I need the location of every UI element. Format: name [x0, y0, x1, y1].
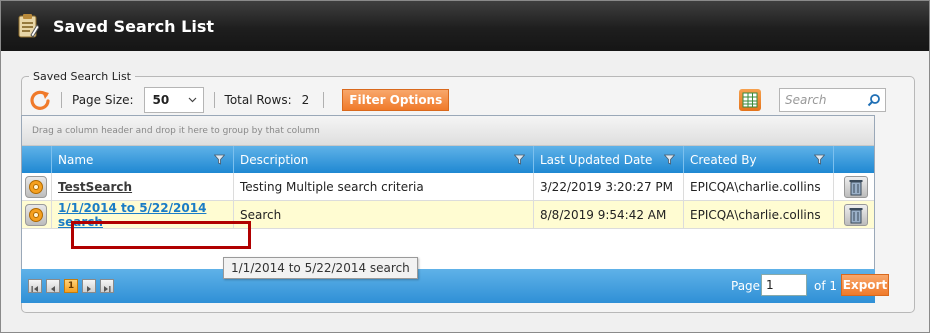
clipboard-icon	[17, 13, 40, 39]
total-rows-value: 2	[301, 93, 310, 107]
column-filter-icon[interactable]	[813, 154, 826, 165]
header-name[interactable]: Name	[52, 146, 234, 173]
delete-cell	[834, 201, 870, 228]
last-updated-cell: 3/22/2019 3:20:27 PM	[534, 173, 684, 200]
header-last-updated[interactable]: Last Updated Date	[534, 146, 684, 173]
trash-icon[interactable]	[844, 203, 868, 226]
gear-icon[interactable]	[25, 203, 47, 226]
first-page-button[interactable]	[28, 279, 42, 293]
page-count-label: of 1	[814, 279, 838, 293]
chevron-down-icon	[188, 97, 196, 103]
grid-pager: 1 Page 1 of 1 Export	[21, 269, 889, 303]
tooltip: 1/1/2014 to 5/22/2014 search	[223, 257, 418, 279]
last-updated-cell: 8/8/2019 9:54:42 AM	[534, 201, 684, 228]
main-content: Saved Search List Page Size: 50 Total Ro…	[1, 51, 929, 332]
window-title: Saved Search List	[53, 16, 214, 36]
grid-toolbar: Page Size: 50 Total Rows: 2 Filter Optio…	[21, 85, 886, 115]
header-last-updated-label: Last Updated Date	[540, 152, 653, 167]
current-page-button[interactable]: 1	[64, 279, 78, 293]
gear-icon[interactable]	[25, 175, 47, 198]
next-page-button[interactable]	[82, 279, 96, 293]
grid-header-row: Name Description Last Updated Date Creat…	[22, 146, 874, 173]
last-page-button[interactable]	[100, 279, 114, 293]
header-created-by-label: Created By	[690, 152, 757, 167]
header-actions	[22, 146, 52, 173]
toolbar-separator	[323, 92, 325, 108]
header-name-label: Name	[58, 152, 94, 167]
row-actions-cell	[22, 173, 52, 200]
table-row[interactable]: TestSearch Testing Multiple search crite…	[22, 173, 874, 201]
title-bar: Saved Search List	[1, 1, 929, 51]
page-size-label: Page Size:	[72, 93, 134, 107]
panel-legend: Saved Search List	[33, 70, 131, 83]
row-actions-cell	[22, 201, 52, 228]
refresh-icon[interactable]	[29, 89, 51, 111]
saved-search-link[interactable]: TestSearch	[58, 180, 132, 194]
created-by-cell: EPICQA\charlie.collins	[684, 201, 834, 228]
name-cell: TestSearch	[52, 173, 234, 200]
filter-options-button[interactable]: Filter Options	[342, 89, 450, 111]
column-filter-icon[interactable]	[513, 154, 526, 165]
name-cell: 1/1/2014 to 5/22/2014 search	[52, 201, 234, 229]
saved-search-grid: Drag a column header and drop it here to…	[21, 115, 875, 271]
column-filter-icon[interactable]	[213, 154, 226, 165]
page-label: Page	[731, 279, 761, 293]
page-size-select[interactable]: 50	[143, 87, 204, 113]
toolbar-separator	[61, 92, 62, 108]
export-button[interactable]: Export	[841, 274, 889, 296]
created-by-cell: EPICQA\charlie.collins	[684, 173, 834, 200]
search-icon[interactable]	[867, 93, 881, 107]
header-created-by[interactable]: Created By	[684, 146, 834, 173]
header-delete	[834, 146, 870, 173]
excel-export-icon[interactable]	[739, 89, 761, 111]
description-cell: Testing Multiple search criteria	[234, 173, 534, 200]
column-filter-icon[interactable]	[663, 154, 676, 165]
page-size-value: 50	[152, 93, 170, 107]
trash-icon[interactable]	[844, 175, 868, 198]
saved-search-link[interactable]: 1/1/2014 to 5/22/2014 search	[58, 201, 233, 229]
table-row[interactable]: 1/1/2014 to 5/22/2014 search Search 8/8/…	[22, 201, 874, 229]
header-description[interactable]: Description	[234, 146, 534, 173]
group-by-panel[interactable]: Drag a column header and drop it here to…	[22, 116, 874, 146]
toolbar-separator	[213, 92, 215, 108]
delete-cell	[834, 173, 870, 200]
prev-page-button[interactable]	[46, 279, 60, 293]
header-description-label: Description	[240, 152, 309, 167]
total-rows-label: Total Rows:	[224, 93, 292, 107]
page-number-input[interactable]: 1	[761, 274, 807, 296]
description-cell: Search	[234, 201, 534, 228]
app-window: Saved Search List Saved Search List Page…	[0, 0, 930, 333]
